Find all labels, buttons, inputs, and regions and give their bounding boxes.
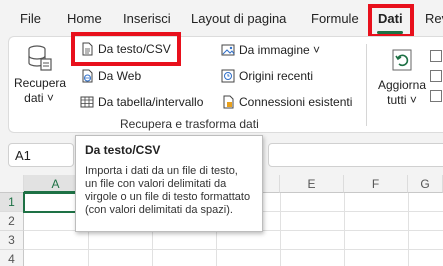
origini-recenti-button[interactable]: Origini recenti xyxy=(221,66,313,86)
row-header-2[interactable]: 2 xyxy=(0,212,24,231)
web-page-icon xyxy=(80,69,94,83)
gridline xyxy=(280,193,281,266)
tab-file[interactable]: File xyxy=(20,11,41,26)
da-immagine-button[interactable]: Da immagine ˅ xyxy=(221,40,320,60)
connessioni-esistenti-label: Connessioni esistenti xyxy=(239,95,353,109)
partial-ribbon-icons xyxy=(430,44,443,114)
table-icon xyxy=(80,95,94,109)
tab-home[interactable]: Home xyxy=(67,11,102,26)
database-icon xyxy=(28,45,52,71)
row-header-1[interactable]: 1 xyxy=(0,193,24,212)
connessioni-esistenti-button[interactable]: Connessioni esistenti xyxy=(221,92,352,112)
tab-formule[interactable]: Formule xyxy=(311,11,359,26)
da-tabella-intervallo-button[interactable]: Da tabella/intervallo xyxy=(80,92,203,112)
aggiorna-tutti-label-2: tutti ˅ xyxy=(387,93,417,107)
column-header-e[interactable]: E xyxy=(280,175,344,193)
aggiorna-tutti-button[interactable]: Aggiorna tutti ˅ xyxy=(374,46,430,108)
image-icon xyxy=(221,43,235,57)
row-header-3[interactable]: 3 xyxy=(0,231,24,250)
tab-layout-di-pagina[interactable]: Layout di pagina xyxy=(191,11,286,26)
column-header-f[interactable]: F xyxy=(344,175,408,193)
tooltip-da-testo-csv: Da testo/CSV Importa i dati da un file d… xyxy=(75,135,263,232)
origini-recenti-label: Origini recenti xyxy=(239,69,314,83)
da-immagine-label: Da immagine ˅ xyxy=(239,43,321,57)
formula-bar[interactable] xyxy=(268,143,443,167)
recupera-dati-button[interactable]: Recupera dati ˅ xyxy=(14,42,67,106)
gridline xyxy=(24,249,443,250)
name-box[interactable]: A1 xyxy=(8,143,74,167)
row-header-4[interactable]: 4 xyxy=(0,250,24,266)
tab-revisione[interactable]: Rev xyxy=(425,11,443,26)
group-separator xyxy=(366,44,367,126)
group-label-recupera-trasforma: Recupera e trasforma dati xyxy=(120,117,259,131)
da-web-button[interactable]: Da Web xyxy=(80,66,141,86)
refresh-all-icon xyxy=(392,49,412,71)
da-tabella-intervallo-label: Da tabella/intervallo xyxy=(98,95,204,109)
highlight-box-dati xyxy=(368,4,414,38)
column-header-g[interactable]: G xyxy=(408,175,443,193)
tab-inserisci[interactable]: Inserisci xyxy=(123,11,171,26)
highlight-box-da-testo-csv xyxy=(71,32,181,66)
recupera-dati-label-2: dati ˅ xyxy=(24,91,54,105)
da-web-label: Da Web xyxy=(98,69,142,83)
select-all-corner[interactable] xyxy=(0,175,24,193)
aggiorna-tutti-label-1: Aggiorna xyxy=(377,78,427,92)
gridline xyxy=(344,193,345,266)
existing-connections-icon xyxy=(221,95,235,109)
recupera-dati-label-1: Recupera xyxy=(14,76,67,90)
tooltip-title: Da testo/CSV xyxy=(85,143,161,157)
tooltip-body: Importa i dati da un file di testo, un f… xyxy=(85,165,251,216)
recent-sources-icon xyxy=(221,69,235,83)
gridline xyxy=(408,193,409,266)
